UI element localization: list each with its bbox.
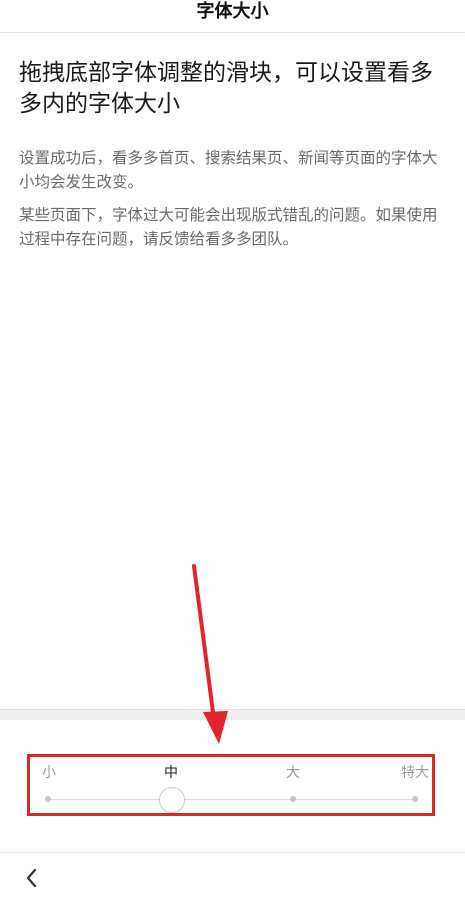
info-paragraph-1: 设置成功后，看多多首页、搜索结果页、新闻等页面的字体大小均会发生改变。 bbox=[19, 149, 438, 191]
top-bar: 字体大小 bbox=[0, 0, 465, 33]
annotation-arrow-shaft bbox=[192, 564, 216, 722]
page-title: 字体大小 bbox=[196, 1, 269, 22]
instruction-heading: 拖拽底部字体调整的滑块，可以设置看多多内的字体大小 bbox=[19, 60, 433, 117]
slider-track[interactable] bbox=[48, 799, 415, 800]
section-divider bbox=[0, 709, 465, 720]
chevron-left-icon bbox=[26, 868, 37, 888]
back-button[interactable] bbox=[18, 864, 46, 892]
slider-stop-small[interactable] bbox=[45, 796, 51, 802]
size-label-large[interactable]: 大 bbox=[286, 764, 300, 782]
font-size-slider[interactable]: 小 中 大 特大 bbox=[27, 754, 435, 816]
size-label-extra-large[interactable]: 特大 bbox=[401, 764, 429, 782]
slider-thumb[interactable] bbox=[159, 787, 185, 813]
size-label-small[interactable]: 小 bbox=[42, 764, 56, 782]
info-paragraph-2: 某些页面下，字体过大可能会出现版式错乱的问题。如果使用过程中存在问题，请反馈给看… bbox=[19, 206, 438, 248]
slider-stop-large[interactable] bbox=[290, 796, 296, 802]
size-label-medium[interactable]: 中 bbox=[164, 764, 178, 782]
slider-stop-extra-large[interactable] bbox=[412, 796, 418, 802]
footer-divider bbox=[0, 852, 465, 853]
